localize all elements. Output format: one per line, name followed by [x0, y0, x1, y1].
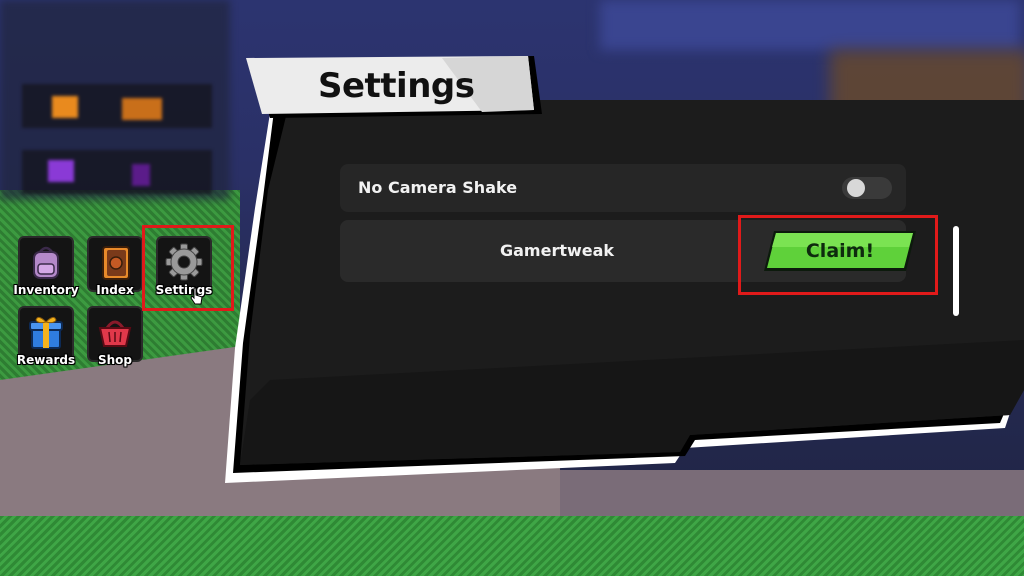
scrollbar[interactable]: [953, 226, 959, 316]
book-icon: [102, 246, 130, 280]
toggle-knob: [847, 179, 865, 197]
inventory-label: Inventory: [13, 283, 79, 297]
currency-amount-blurred: [122, 98, 162, 120]
basket-icon: [98, 320, 132, 347]
backpack-icon: [33, 246, 59, 279]
hand-cursor-icon: [190, 287, 203, 305]
coin-icon: [52, 96, 78, 118]
gift-icon: [29, 316, 63, 349]
grass-terrain: [0, 516, 1024, 576]
gamertweak-label: Gamertweak: [500, 241, 615, 260]
camera-shake-label: No Camera Shake: [358, 178, 518, 197]
rewards-label: Rewards: [16, 353, 76, 367]
background-blur: [600, 0, 1020, 50]
panel-title: Settings: [318, 66, 475, 106]
gem-icon: [48, 160, 74, 182]
currency-amount-blurred: [132, 164, 150, 186]
highlight-box: [738, 215, 938, 295]
shop-label: Shop: [97, 353, 133, 367]
currency-row: [22, 84, 212, 128]
currency-row: [22, 150, 212, 194]
